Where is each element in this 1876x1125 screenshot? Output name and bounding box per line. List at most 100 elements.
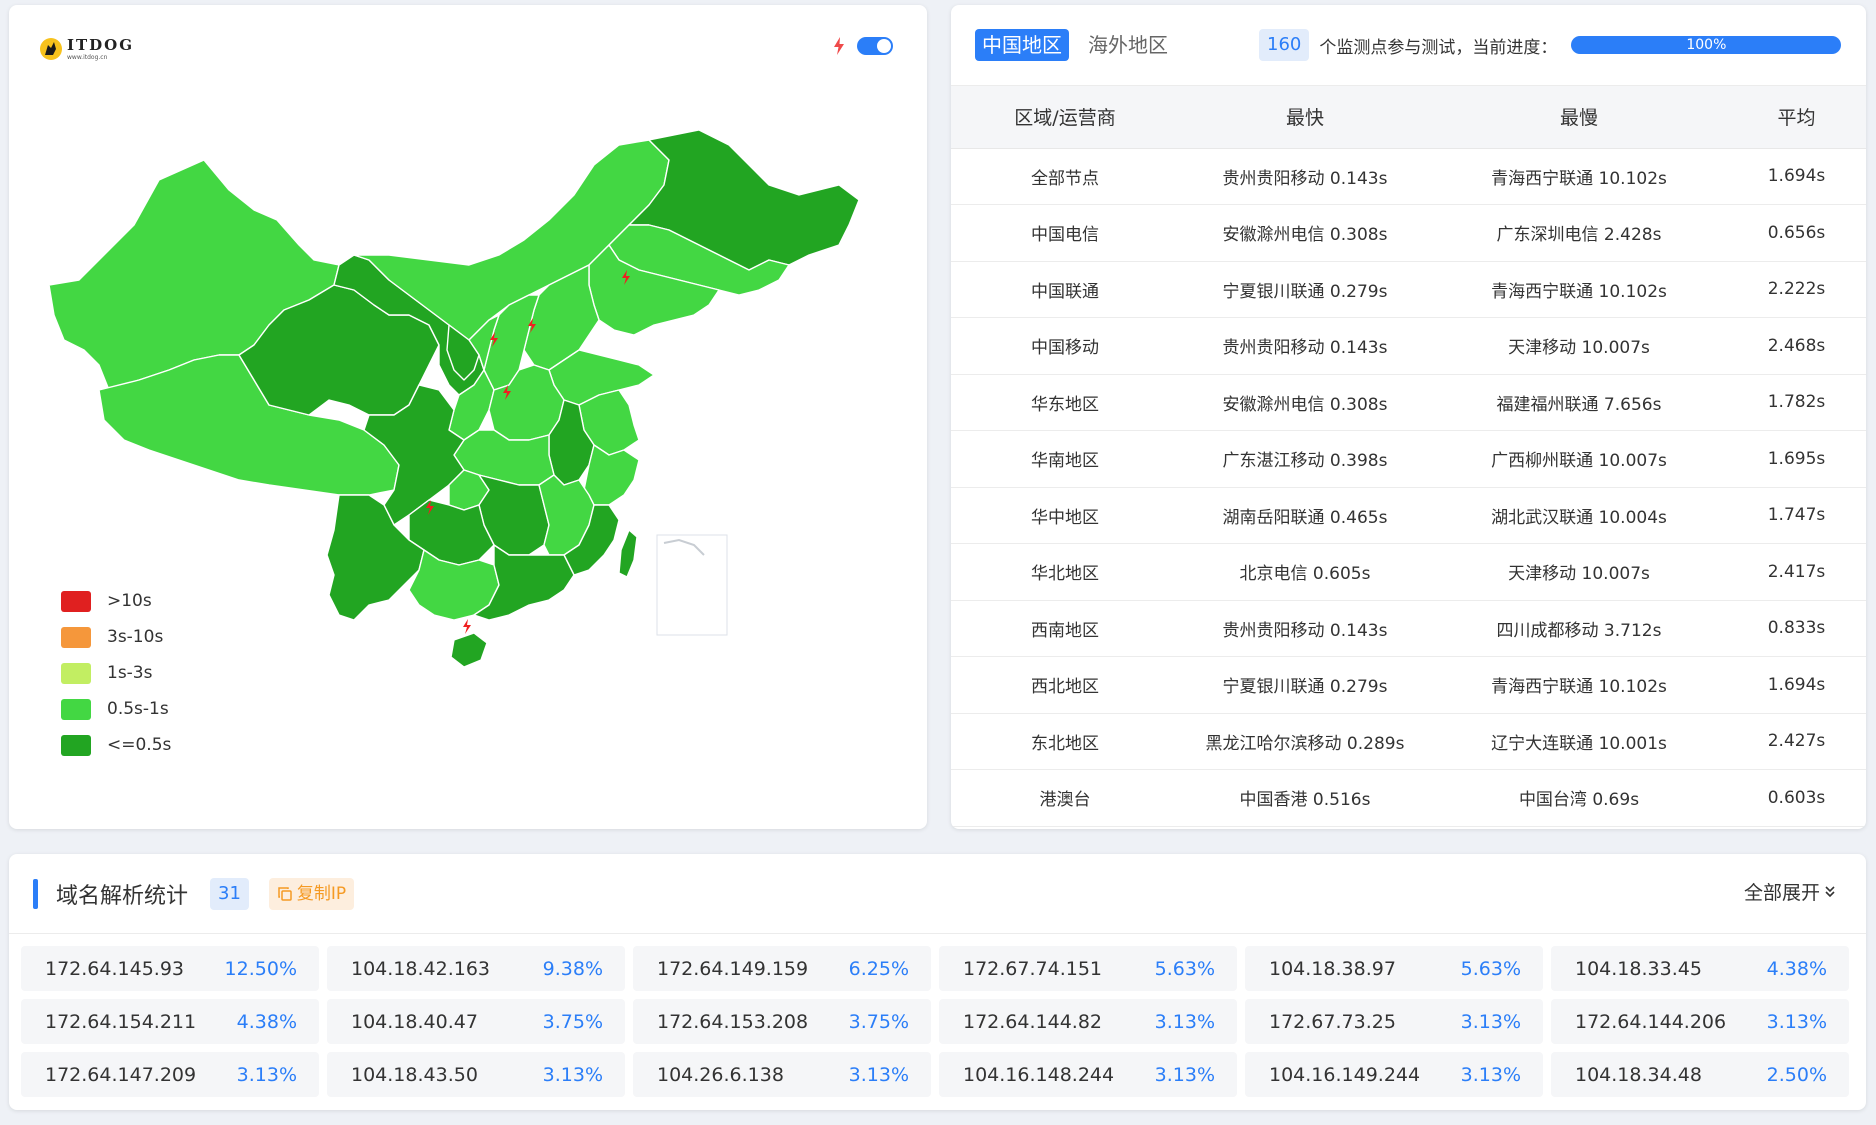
ip-cell[interactable]: 172.64.144.206 3.13% xyxy=(1551,999,1849,1044)
table-row: 华北地区 北京电信 0.605s 天津移动 10.007s 2.417s xyxy=(951,543,1866,601)
lightning-marker-icon[interactable] xyxy=(463,619,471,634)
region-results-panel: 中国地区 海外地区 160 个监测点参与测试，当前进度： 100% 区域/运营商… xyxy=(951,5,1866,829)
cell-average: 1.695s xyxy=(1727,430,1866,488)
lightning-icon xyxy=(834,37,844,55)
cell-average: 1.694s xyxy=(1727,148,1866,205)
cell-average: 2.468s xyxy=(1727,317,1866,375)
ip-cell[interactable]: 104.18.40.47 3.75% xyxy=(327,999,625,1044)
cell-region: 全部节点 xyxy=(951,148,1179,205)
copy-ip-label: 复制IP xyxy=(296,883,347,904)
ip-address: 104.16.148.244 xyxy=(963,1063,1115,1086)
ip-count-badge: 31 xyxy=(210,877,249,910)
ip-cell[interactable]: 104.18.33.45 4.38% xyxy=(1551,946,1849,991)
ip-address: 172.64.154.211 xyxy=(45,1010,197,1033)
region-hainan[interactable] xyxy=(450,632,488,668)
column-header-slowest: 最慢 xyxy=(1431,86,1727,149)
cell-region: 华中地区 xyxy=(951,487,1179,544)
ip-percentage: 3.13% xyxy=(1460,1063,1521,1086)
cell-average: 1.747s xyxy=(1727,487,1866,544)
ip-address: 172.64.144.206 xyxy=(1575,1010,1727,1033)
dns-stats-header: 域名解析统计 31 复制IP 全部展开 xyxy=(9,854,1866,934)
copy-icon xyxy=(278,886,292,901)
cell-slowest: 广西柳州联通 10.007s xyxy=(1431,430,1727,488)
ip-cell[interactable]: 104.18.34.48 2.50% xyxy=(1551,1052,1849,1097)
cell-fastest: 中国香港 0.516s xyxy=(1179,769,1431,827)
legend-item: 1s-3s xyxy=(61,655,171,691)
ip-address: 172.67.73.25 xyxy=(1269,1010,1396,1033)
ip-percentage: 3.13% xyxy=(1154,1063,1215,1086)
ip-cell[interactable]: 172.64.153.208 3.75% xyxy=(633,999,931,1044)
ip-cell[interactable]: 172.64.147.209 3.13% xyxy=(21,1052,319,1097)
cell-slowest: 辽宁大连联通 10.001s xyxy=(1431,713,1727,770)
ip-cell[interactable]: 104.18.42.163 9.38% xyxy=(327,946,625,991)
cell-region: 西南地区 xyxy=(951,600,1179,657)
ip-cell[interactable]: 172.64.149.159 6.25% xyxy=(633,946,931,991)
ip-address: 104.18.43.50 xyxy=(351,1063,478,1086)
cell-average: 0.603s xyxy=(1727,769,1866,827)
ip-percentage: 3.13% xyxy=(1460,1010,1521,1033)
legend-label: >10s xyxy=(107,591,152,611)
legend-item: 3s-10s xyxy=(61,619,171,655)
ip-percentage: 4.38% xyxy=(236,1010,297,1033)
ip-cell[interactable]: 172.67.74.151 5.63% xyxy=(939,946,1237,991)
ip-cell[interactable]: 104.16.148.244 3.13% xyxy=(939,1052,1237,1097)
ip-percentage: 3.13% xyxy=(1766,1010,1827,1033)
results-table: 区域/运营商 最快 最慢 平均 全部节点 贵州贵阳移动 0.143s 青海西宁联通 … xyxy=(951,86,1866,827)
ip-address: 104.18.33.45 xyxy=(1575,957,1702,980)
cell-fastest: 安徽滁州电信 0.308s xyxy=(1179,204,1431,262)
region-taiwan[interactable] xyxy=(618,529,638,578)
marker-toggle-switch[interactable] xyxy=(857,37,893,55)
cell-slowest: 湖北武汉联通 10.004s xyxy=(1431,487,1727,544)
cell-fastest: 广东湛江移动 0.398s xyxy=(1179,430,1431,488)
ip-cell[interactable]: 172.64.154.211 4.38% xyxy=(21,999,319,1044)
legend-item: 0.5s-1s xyxy=(61,691,171,727)
legend-swatch xyxy=(61,626,91,648)
legend-label: 3s-10s xyxy=(107,627,164,647)
chevron-double-down-icon xyxy=(1825,885,1835,897)
copy-ip-button[interactable]: 复制IP xyxy=(268,877,355,910)
ip-address: 104.18.40.47 xyxy=(351,1010,478,1033)
ip-percentage: 12.50% xyxy=(224,957,297,980)
ip-cell[interactable]: 172.67.73.25 3.13% xyxy=(1245,999,1543,1044)
ip-address: 104.18.38.97 xyxy=(1269,957,1396,980)
ip-address: 104.26.6.138 xyxy=(657,1063,784,1086)
ip-cell[interactable]: 104.26.6.138 3.13% xyxy=(633,1052,931,1097)
ip-percentage: 3.75% xyxy=(542,1010,603,1033)
cell-fastest: 宁夏银川联通 0.279s xyxy=(1179,656,1431,714)
progress-label: 个监测点参与测试，当前进度： xyxy=(1319,37,1558,58)
dns-stats-title: 域名解析统计 xyxy=(56,883,189,909)
ip-address: 104.16.149.244 xyxy=(1269,1063,1421,1086)
map-legend: >10s 3s-10s 1s-3s 0.5s-1s <=0.5s xyxy=(61,583,171,763)
ip-percentage: 3.13% xyxy=(1154,1010,1215,1033)
cell-slowest: 青海西宁联通 10.102s xyxy=(1431,261,1727,318)
ip-cell[interactable]: 104.18.43.50 3.13% xyxy=(327,1052,625,1097)
ip-cell[interactable]: 172.64.144.82 3.13% xyxy=(939,999,1237,1044)
title-accent-bar xyxy=(33,878,38,909)
ip-cell[interactable]: 104.18.38.97 5.63% xyxy=(1245,946,1543,991)
ip-cell[interactable]: 104.16.149.244 3.13% xyxy=(1245,1052,1543,1097)
column-header-average: 平均 xyxy=(1727,86,1866,149)
results-header: 中国地区 海外地区 160 个监测点参与测试，当前进度： 100% xyxy=(951,5,1866,86)
column-header-region: 区域/运营商 xyxy=(951,86,1179,149)
ip-address: 172.67.74.151 xyxy=(963,957,1103,980)
region-zhejiang[interactable] xyxy=(583,444,640,506)
expand-all-button[interactable]: 全部展开 xyxy=(1744,878,1836,905)
ip-cell[interactable]: 172.64.145.93 12.50% xyxy=(21,946,319,991)
table-row: 华中地区 湖南岳阳联通 0.465s 湖北武汉联通 10.004s 1.747s xyxy=(951,487,1866,544)
legend-label: 0.5s-1s xyxy=(107,699,169,719)
ip-percentage: 3.75% xyxy=(848,1010,909,1033)
legend-item: <=0.5s xyxy=(61,727,171,763)
cell-region: 港澳台 xyxy=(951,769,1179,827)
legend-swatch xyxy=(61,662,91,684)
progress-bar: 100% xyxy=(1571,36,1842,54)
logo-name: ITDOG xyxy=(67,35,135,54)
tab-china[interactable]: 中国地区 xyxy=(975,29,1069,61)
tab-overseas[interactable]: 海外地区 xyxy=(1081,29,1175,61)
legend-swatch xyxy=(61,590,91,612)
cell-slowest: 青海西宁联通 10.102s xyxy=(1431,148,1727,205)
ip-address: 172.64.144.82 xyxy=(963,1010,1103,1033)
cell-slowest: 天津移动 10.007s xyxy=(1431,543,1727,601)
logo: ITDOG www.itdog.cn xyxy=(39,37,134,61)
table-row: 西北地区 宁夏银川联通 0.279s 青海西宁联通 10.102s 1.694s xyxy=(951,656,1866,714)
marker-toggle-group xyxy=(833,37,893,55)
